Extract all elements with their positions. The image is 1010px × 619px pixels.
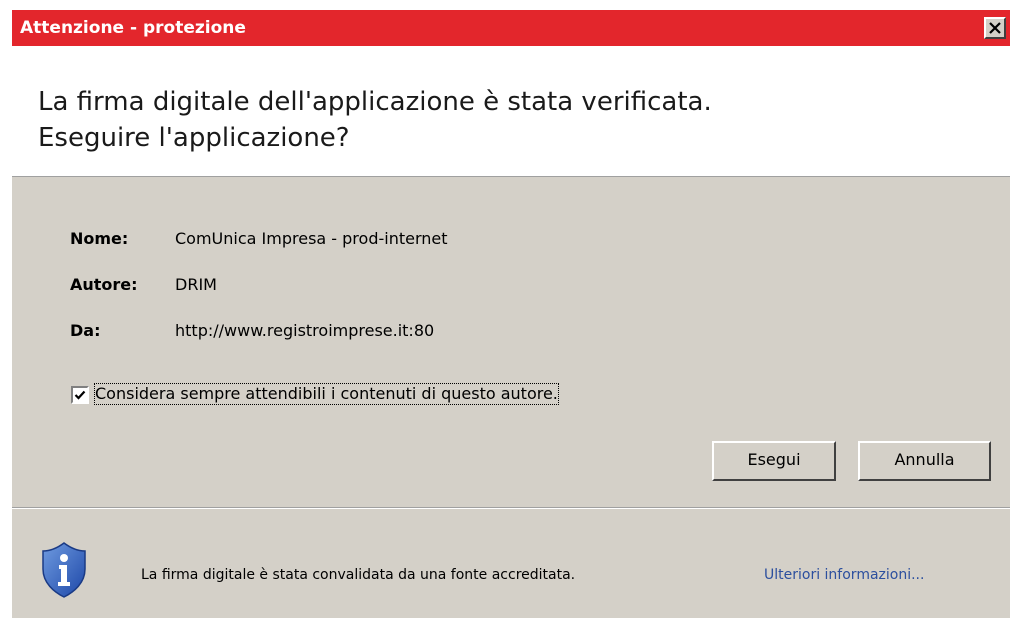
more-info-link[interactable]: Ulteriori informazioni... <box>764 566 924 584</box>
name-value: ComUnica Impresa - prod-internet <box>175 229 448 248</box>
author-value: DRIM <box>175 275 217 294</box>
header-question: Eseguire l'applicazione? <box>38 123 350 153</box>
name-label: Nome: <box>70 229 129 248</box>
security-dialog: Attenzione - protezione La firma digital… <box>10 10 1010 618</box>
close-icon <box>989 22 1001 34</box>
cancel-button[interactable]: Annulla <box>858 441 991 481</box>
author-label: Autore: <box>70 275 138 294</box>
checkmark-icon <box>74 390 86 400</box>
dialog-header: La firma digitale dell'applicazione è st… <box>12 46 1010 177</box>
window-title: Attenzione - protezione <box>20 18 246 38</box>
from-label: Da: <box>70 321 101 340</box>
trust-author-label[interactable]: Considera sempre attendibili i contenuti… <box>94 383 559 405</box>
shield-info-icon <box>42 542 86 598</box>
trust-author-checkbox[interactable] <box>71 386 89 404</box>
footer-message: La firma digitale è stata convalidata da… <box>141 567 576 583</box>
footer-divider <box>12 508 1010 509</box>
run-button[interactable]: Esegui <box>712 441 836 481</box>
dialog-footer: La firma digitale è stata convalidata da… <box>12 507 1010 619</box>
dialog-body: Nome: ComUnica Impresa - prod-internet A… <box>12 177 1010 507</box>
from-value: http://www.registroimprese.it:80 <box>175 321 435 340</box>
header-title: La firma digitale dell'applicazione è st… <box>38 87 712 117</box>
close-button[interactable] <box>984 17 1006 39</box>
title-bar: Attenzione - protezione <box>12 10 1010 46</box>
